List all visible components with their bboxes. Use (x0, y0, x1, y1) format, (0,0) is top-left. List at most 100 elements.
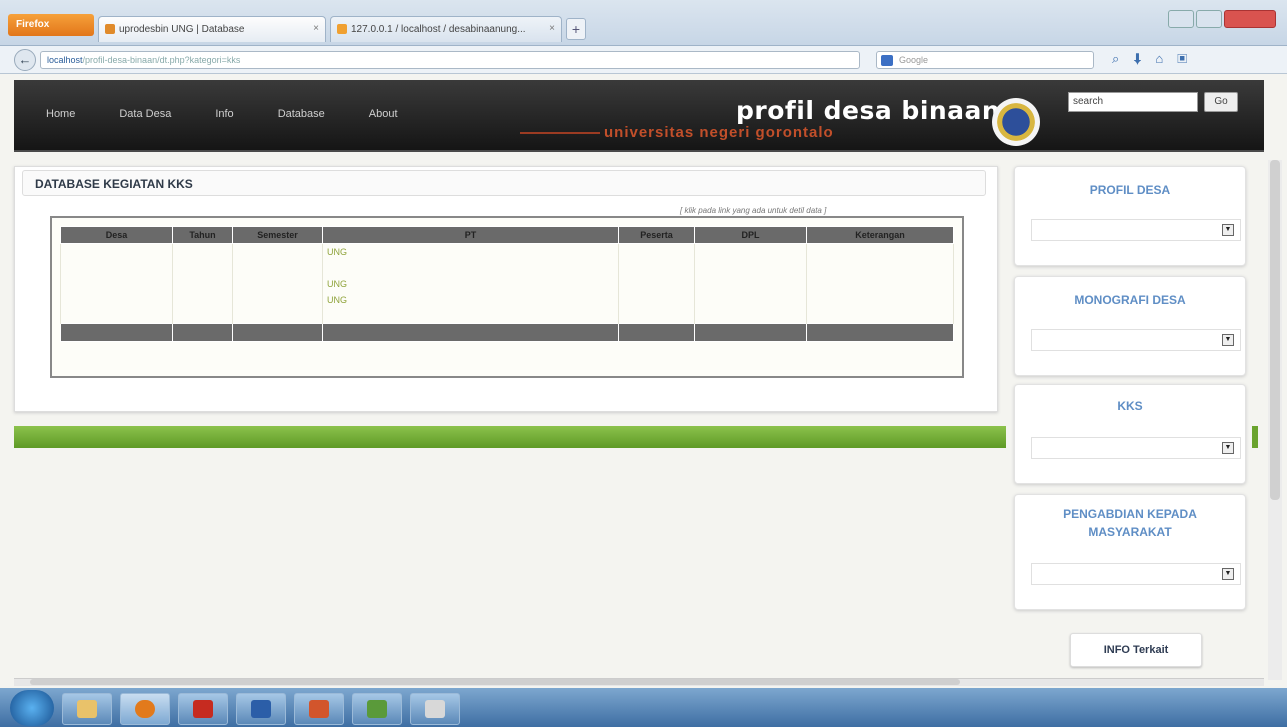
cell-semester (232, 307, 323, 324)
taskbar-firefox[interactable] (120, 693, 170, 725)
table-row[interactable]: UNG (60, 291, 954, 308)
dropdown-arrow-icon[interactable]: ▼ (1222, 442, 1234, 454)
nav-info[interactable]: Info (215, 108, 233, 120)
minimize-button[interactable] (1168, 10, 1194, 28)
col-dpl: DPL (694, 226, 807, 244)
maximize-button[interactable] (1196, 10, 1222, 28)
pdf-icon (193, 700, 213, 718)
search-engine-icon (881, 55, 893, 66)
bookmarks-icon[interactable]: ▣ (1177, 51, 1201, 66)
url-bar[interactable]: localhost/profil-desa-binaan/dt.php?kate… (40, 51, 860, 69)
taskbar-tool[interactable] (410, 693, 460, 725)
taskbar-acrobat[interactable] (178, 693, 228, 725)
cell-pt: UNG (322, 243, 619, 260)
cell-dpl (694, 291, 807, 308)
cell-peserta (618, 259, 695, 276)
cell-desa[interactable] (60, 291, 173, 308)
cell-semester (232, 243, 323, 260)
page-title: DATABASE KEGIATAN KKS (22, 170, 986, 196)
kks-select[interactable]: ▼ (1031, 437, 1241, 459)
col-pt: PT (322, 226, 619, 244)
table-header-row: Desa Tahun Semester PT Peserta DPL Keter… (60, 226, 954, 244)
tab-phpmyadmin[interactable]: 127.0.0.1 / localhost / desabinaanung...… (330, 16, 562, 42)
site-subtitle: universitas negeri gorontalo (604, 124, 834, 141)
back-arrow-icon[interactable]: ← (14, 49, 36, 71)
powerpoint-icon (309, 700, 329, 718)
cell-semester (232, 291, 323, 308)
cell-pt: UNG (322, 275, 619, 292)
tool-icon (425, 700, 445, 718)
col-tahun: Tahun (172, 226, 233, 244)
table-footer-row (60, 323, 954, 342)
pengabdian-select[interactable]: ▼ (1031, 563, 1241, 585)
search-engine-label: Google (899, 55, 929, 65)
cell-tahun (172, 291, 233, 308)
vertical-scroll-thumb[interactable] (1270, 160, 1280, 500)
nav-about[interactable]: About (369, 108, 398, 120)
dropdown-arrow-icon[interactable]: ▼ (1222, 224, 1234, 236)
start-button[interactable] (10, 690, 54, 726)
sidebar-profil-desa: PROFIL DESA ▼ (1014, 166, 1246, 266)
cell-keterangan (806, 275, 954, 292)
cell-keterangan (806, 291, 954, 308)
nav-data-desa[interactable]: Data Desa (119, 108, 171, 120)
site-search-input[interactable]: search (1068, 92, 1198, 112)
kks-table-container: Desa Tahun Semester PT Peserta DPL Keter… (50, 216, 964, 378)
sidebar-title: PENGABDIAN KEPADA MASYARAKAT (1063, 507, 1197, 539)
cell-dpl (694, 275, 807, 292)
table-row[interactable]: UNG (60, 243, 954, 260)
university-logo (992, 98, 1040, 146)
cell-desa[interactable] (60, 259, 173, 276)
sidebar-kks: KKS ▼ (1014, 384, 1246, 484)
close-tab-icon[interactable]: × (313, 23, 319, 34)
site-nav: Home Data Desa Info Database About (46, 108, 442, 124)
profil-desa-select[interactable]: ▼ (1031, 219, 1241, 241)
home-icon[interactable]: ⌂ (1155, 51, 1177, 66)
nav-home[interactable]: Home (46, 108, 75, 120)
cell-semester (232, 259, 323, 276)
cell-pt: UNG (322, 291, 619, 308)
sidebar-title: PROFIL DESA (1089, 183, 1171, 197)
sidebar-title: MONOGRAFI DESA (1074, 293, 1186, 307)
cell-desa[interactable] (60, 275, 173, 292)
col-desa: Desa (60, 226, 173, 244)
download-icon[interactable]: ⬇ (1133, 51, 1155, 66)
sidebar-monografi-desa: MONOGRAFI DESA ▼ (1014, 276, 1246, 376)
table-row[interactable] (60, 307, 954, 324)
cell-pt (322, 259, 619, 276)
dropdown-arrow-icon[interactable]: ▼ (1222, 334, 1234, 346)
browser-search-box[interactable]: Google (876, 51, 1094, 69)
site-footer (14, 426, 1006, 448)
nav-database[interactable]: Database (278, 108, 325, 120)
app-icon (367, 700, 387, 718)
firefox-menu-button[interactable]: Firefox (8, 14, 94, 36)
search-icon[interactable]: ⌕ (1112, 51, 1133, 66)
info-terkait-button[interactable]: INFO Terkait (1070, 633, 1202, 667)
dropdown-arrow-icon[interactable]: ▼ (1222, 568, 1234, 580)
title-divider (520, 132, 600, 134)
table-row[interactable]: UNG (60, 275, 954, 292)
taskbar-word[interactable] (236, 693, 286, 725)
taskbar-powerpoint[interactable] (294, 693, 344, 725)
go-button[interactable]: Go (1204, 92, 1238, 112)
cell-desa[interactable] (60, 307, 173, 324)
cell-keterangan (806, 307, 954, 324)
taskbar-app[interactable] (352, 693, 402, 725)
tab-favicon-icon (337, 24, 347, 35)
close-window-button[interactable] (1224, 10, 1276, 28)
horizontal-scroll-thumb[interactable] (30, 679, 960, 685)
taskbar-explorer[interactable] (62, 693, 112, 725)
new-tab-button[interactable]: + (566, 18, 586, 40)
cell-peserta (618, 307, 695, 324)
monografi-desa-select[interactable]: ▼ (1031, 329, 1241, 351)
tab-database[interactable]: uprodesbin UNG | Database × (98, 16, 326, 42)
cell-desa[interactable] (60, 243, 173, 260)
firefox-icon (135, 700, 155, 718)
close-tab-icon[interactable]: × (549, 23, 555, 34)
sidebar-title: KKS (1117, 399, 1143, 413)
browser-toolbar-icons: ⌕⬇⌂▣ (1112, 51, 1282, 69)
cell-peserta (618, 243, 695, 260)
cell-dpl (694, 307, 807, 324)
table-row[interactable] (60, 259, 954, 276)
footer-edge (1252, 426, 1258, 448)
